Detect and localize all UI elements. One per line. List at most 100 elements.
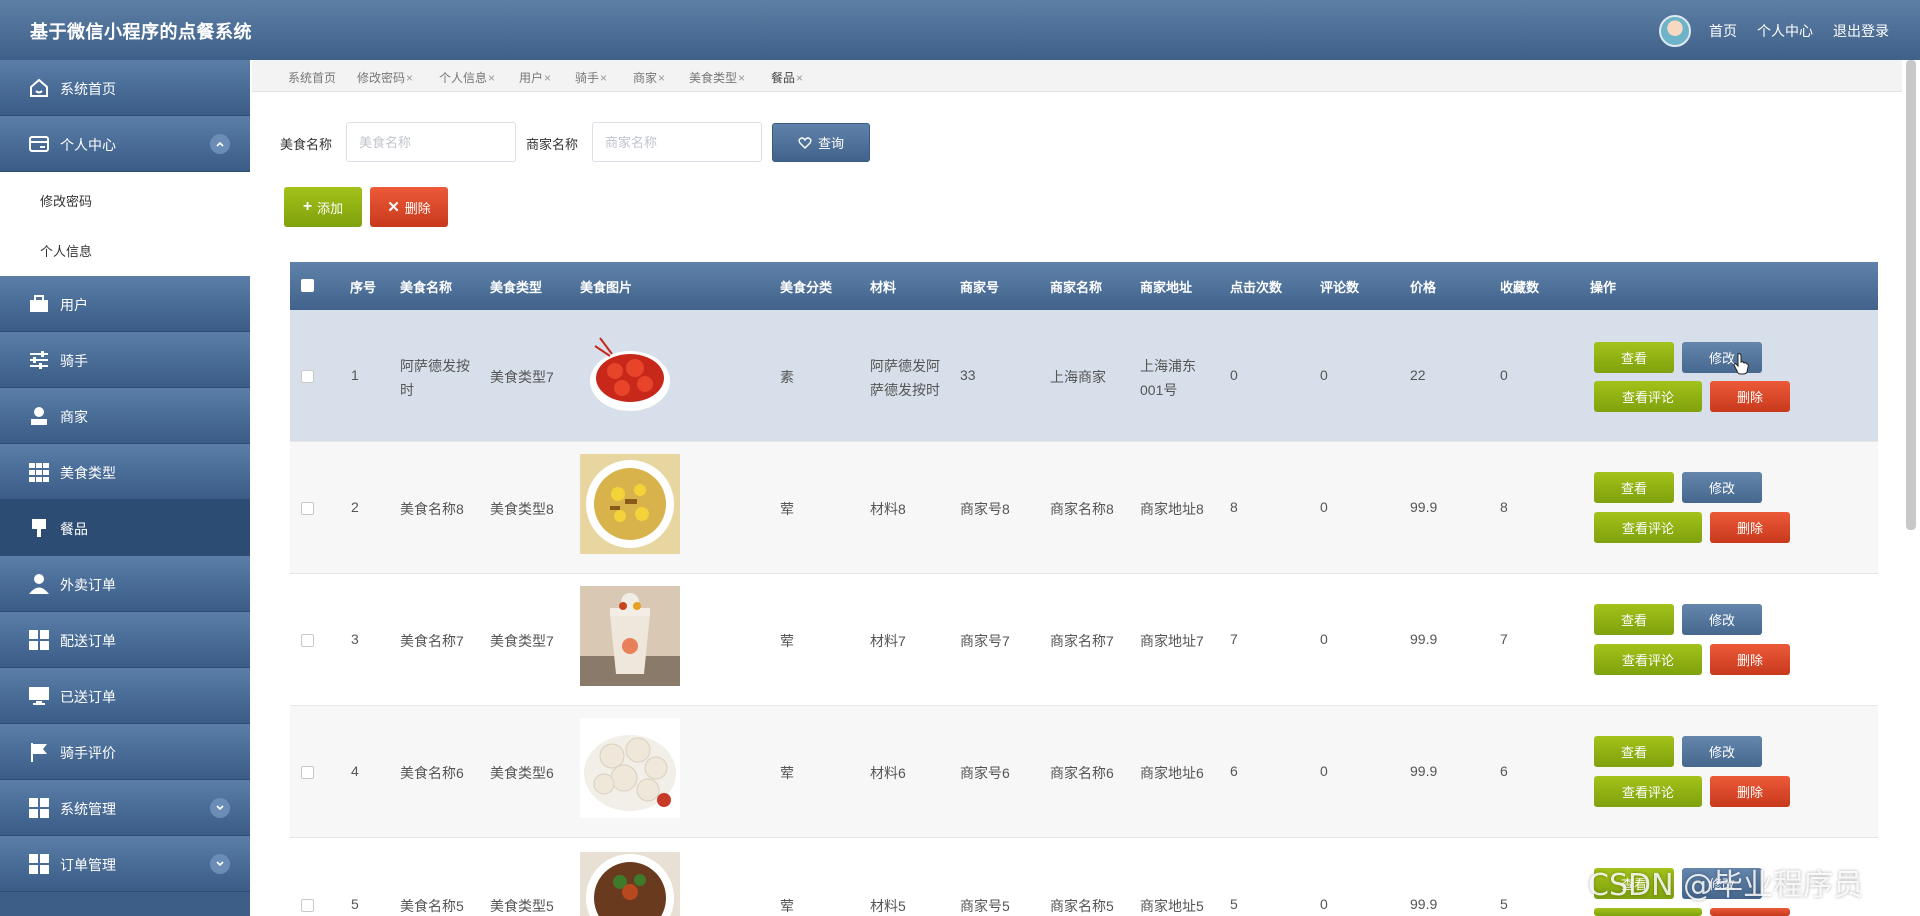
food-name-input[interactable] <box>346 122 516 162</box>
view-comments-button[interactable]: 查看评论 <box>1594 776 1702 807</box>
nav-center-link[interactable]: 个人中心 <box>1757 21 1813 41</box>
page-scrollbar[interactable] <box>1906 60 1916 530</box>
remove-button[interactable]: 删除 <box>1710 512 1790 543</box>
add-button[interactable]: + 添加 <box>284 187 362 227</box>
sidebar-item-label: 配送订单 <box>60 633 116 649</box>
sidebar-item-merchants[interactable]: 商家 <box>0 388 250 444</box>
sidebar-item-delivered-orders[interactable]: 已送订单 <box>0 668 250 724</box>
submenu-panel: 修改密码 个人信息 <box>0 172 250 276</box>
remove-button[interactable]: 删除 <box>1710 776 1790 807</box>
tab-merchants[interactable]: 商家× <box>633 69 665 86</box>
col-no: 序号 <box>350 280 377 295</box>
cell-shop-name: 商家名称8 <box>1050 501 1114 517</box>
cell-food-name: 美食名称6 <box>400 765 464 781</box>
tab-home[interactable]: 系统首页 <box>288 69 336 86</box>
edit-button[interactable]: 修改 <box>1682 604 1762 635</box>
row-checkbox[interactable] <box>301 634 314 647</box>
tiles-icon <box>28 629 50 651</box>
view-comments-button[interactable]: 查看评论 <box>1594 644 1702 675</box>
edit-button[interactable]: 修改 <box>1682 736 1762 767</box>
tab-riders[interactable]: 骑手× <box>575 69 607 86</box>
app-title: 基于微信小程序的点餐系统 <box>30 22 252 42</box>
cell-clicks: 8 <box>1230 499 1238 515</box>
table-row[interactable]: 1 阿萨德发按时 美食类型7 素 阿萨德发阿萨德发按时 33 上海商家 上海浦东… <box>290 310 1878 442</box>
table-row[interactable]: 3 美食名称7 美食类型7 荤 材料7 商家号7 商家名称7 商家地址7 7 0… <box>290 574 1878 706</box>
sidebar-item-riders[interactable]: 骑手 <box>0 332 250 388</box>
close-icon[interactable]: × <box>600 71 607 85</box>
cell-price: 99.9 <box>1410 499 1438 515</box>
row-checkbox[interactable] <box>301 502 314 515</box>
table-row[interactable]: 4 美食名称6 美食类型6 荤 材料6 商家号6 商家名称6 商家地址6 6 0… <box>290 706 1878 838</box>
sidebar-item-delivery-orders[interactable]: 配送订单 <box>0 612 250 668</box>
chevron-down-icon[interactable] <box>210 854 230 874</box>
chevron-down-icon[interactable] <box>210 798 230 818</box>
sidebar-item-label: 外卖订单 <box>60 577 116 593</box>
cell-food-type: 美食类型7 <box>490 633 554 649</box>
sidebar-item-home[interactable]: 系统首页 <box>0 60 250 116</box>
edit-button[interactable]: 修改 <box>1682 472 1762 503</box>
sidebar-item-dishes[interactable]: 餐品 <box>0 500 250 556</box>
remove-button[interactable]: 删除 <box>1710 381 1790 412</box>
nav-logout-link[interactable]: 退出登录 <box>1833 21 1889 41</box>
tab-users[interactable]: 用户× <box>519 69 551 86</box>
tab-personal-info[interactable]: 个人信息× <box>439 69 495 86</box>
view-button[interactable]: 查看 <box>1594 736 1674 767</box>
query-button[interactable]: 查询 <box>772 123 870 162</box>
row-checkbox[interactable] <box>301 370 314 383</box>
sidebar-item-system-management[interactable]: 系统管理 <box>0 780 250 836</box>
col-shop-no: 商家号 <box>960 280 1000 295</box>
cell-material: 材料8 <box>870 501 906 517</box>
close-icon[interactable]: × <box>544 71 551 85</box>
cell-category: 素 <box>780 369 794 385</box>
close-icon[interactable]: × <box>796 71 803 85</box>
cell-favorites: 8 <box>1500 499 1508 515</box>
col-favorites: 收藏数 <box>1500 280 1540 295</box>
view-button[interactable]: 查看 <box>1594 472 1674 503</box>
tab-change-password[interactable]: 修改密码× <box>357 69 413 86</box>
grid-icon <box>28 461 50 483</box>
nav-home-link[interactable]: 首页 <box>1709 21 1737 41</box>
table-header: 序号 美食名称 美食类型 美食图片 美食分类 材料 商家号 商家名称 商家地址 … <box>290 262 1878 310</box>
submenu-change-password[interactable]: 修改密码 <box>0 174 250 224</box>
view-button[interactable]: 查看 <box>1594 342 1674 373</box>
view-comments-button[interactable]: 查看评论 <box>1594 381 1702 412</box>
sidebar-item-label: 骑手评价 <box>60 745 116 761</box>
tab-dishes[interactable]: 餐品× <box>771 69 803 86</box>
close-icon[interactable]: × <box>738 71 745 85</box>
sidebar-item-label: 系统首页 <box>60 81 116 97</box>
avatar[interactable] <box>1659 15 1691 47</box>
cell-shop-name: 商家名称5 <box>1050 898 1114 914</box>
view-button[interactable]: 查看 <box>1594 604 1674 635</box>
sidebar-item-takeout-orders[interactable]: 外卖订单 <box>0 556 250 612</box>
close-icon[interactable]: × <box>658 71 665 85</box>
close-icon[interactable]: × <box>488 71 495 85</box>
row-checkbox[interactable] <box>301 899 314 912</box>
add-button-label: 添加 <box>317 200 344 216</box>
remove-button[interactable] <box>1710 908 1790 916</box>
edit-button[interactable]: 修改 <box>1682 342 1762 373</box>
cell-clicks: 0 <box>1230 367 1238 383</box>
table-row[interactable]: 2 美食名称8 美食类型8 荤 材料8 商家号8 商家名称8 商家地址8 8 0… <box>290 442 1878 574</box>
tab-label: 美食类型 <box>689 71 738 85</box>
sidebar-item-rider-reviews[interactable]: 骑手评价 <box>0 724 250 780</box>
select-all-checkbox[interactable] <box>301 279 314 292</box>
submenu-personal-info[interactable]: 个人信息 <box>0 224 250 274</box>
view-comments-button[interactable] <box>1594 908 1702 916</box>
close-icon[interactable]: × <box>406 71 413 85</box>
cell-shop-no: 商家号8 <box>960 501 1010 517</box>
sidebar-item-food-types[interactable]: 美食类型 <box>0 444 250 500</box>
shop-name-input[interactable] <box>592 122 762 162</box>
view-comments-button[interactable]: 查看评论 <box>1594 512 1702 543</box>
cell-material: 材料7 <box>870 633 906 649</box>
row-checkbox[interactable] <box>301 766 314 779</box>
cell-category: 荤 <box>780 898 794 914</box>
tab-food-types[interactable]: 美食类型× <box>689 69 745 86</box>
sidebar-item-order-management[interactable]: 订单管理 <box>0 836 250 892</box>
chevron-up-icon[interactable] <box>210 134 230 154</box>
cell-favorites: 7 <box>1500 631 1508 647</box>
sidebar-item-personal-center[interactable]: 个人中心 <box>0 116 250 172</box>
remove-button[interactable]: 删除 <box>1710 644 1790 675</box>
delete-button[interactable]: ✕ 删除 <box>370 187 448 227</box>
sidebar-item-users[interactable]: 用户 <box>0 276 250 332</box>
col-price: 价格 <box>1410 280 1437 295</box>
